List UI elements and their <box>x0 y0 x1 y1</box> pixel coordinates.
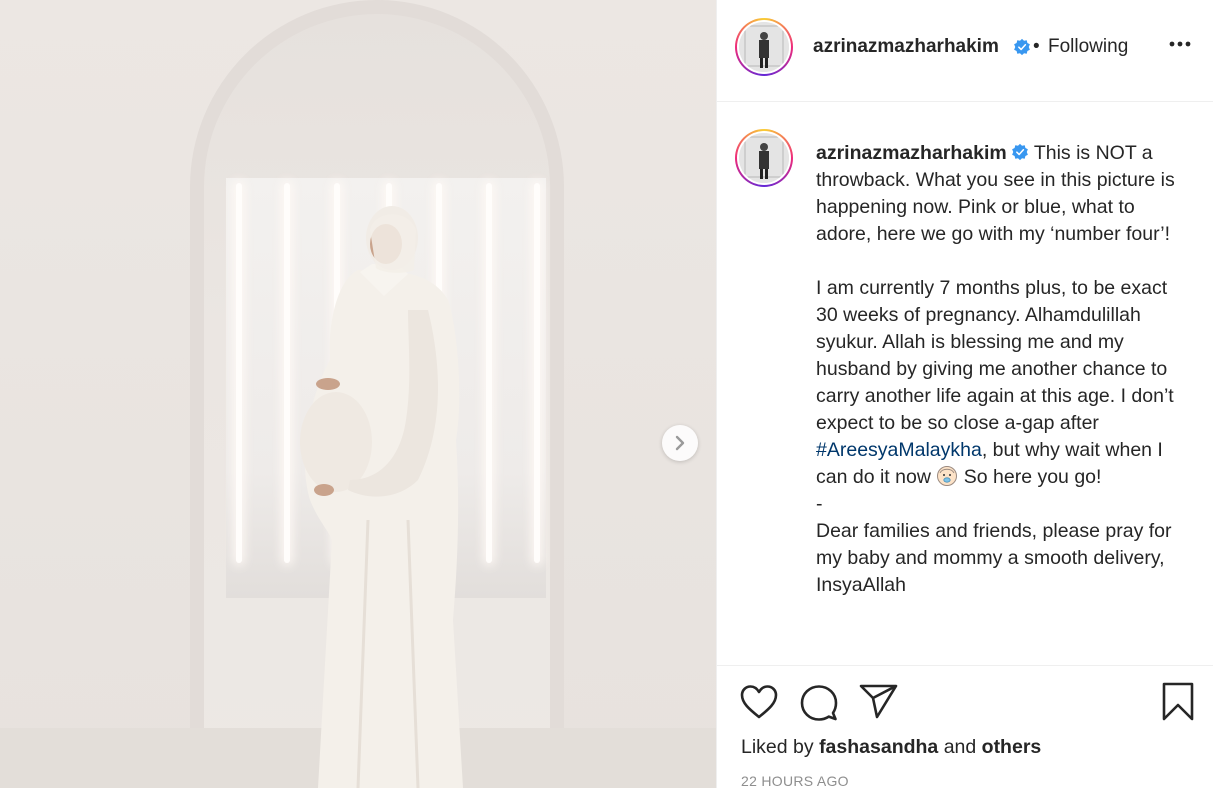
baby-face-emoji-icon <box>937 466 958 486</box>
next-photo-button[interactable] <box>662 425 698 461</box>
post-photo[interactable] <box>0 0 716 788</box>
photo-woman-figure <box>300 206 463 788</box>
caption-text: azrinazmazharhakim This is NOT a throwba… <box>816 140 1186 599</box>
post-timestamp[interactable]: 22 HOURS AGO <box>741 773 849 788</box>
caption-paragraph-3: Dear families and friends, please pray f… <box>816 520 1172 596</box>
photo-light-strip <box>486 183 492 563</box>
caption-avatar[interactable] <box>735 129 793 187</box>
likes-others-link[interactable]: others <box>982 736 1042 758</box>
verified-badge-icon <box>1011 143 1028 161</box>
avatar-image <box>739 22 789 72</box>
caption-paragraph-2-end: So here you go! <box>958 466 1102 488</box>
following-button[interactable]: Following <box>1048 36 1128 58</box>
likes-middle: and <box>938 736 982 758</box>
paper-plane-icon[interactable] <box>859 684 899 720</box>
heart-icon[interactable] <box>739 684 779 720</box>
post-header: azrinazmazharhakim • Following <box>717 0 1213 102</box>
likes-summary: Liked by fashasandha and others <box>741 736 1041 759</box>
likes-prefix: Liked by <box>741 736 820 758</box>
avatar[interactable] <box>735 18 793 76</box>
caption-dash: - <box>816 493 823 515</box>
chevron-right-icon <box>675 435 685 451</box>
caption-area: azrinazmazharhakim This is NOT a throwba… <box>717 102 1213 665</box>
photo-light-strip <box>236 183 242 563</box>
post-actions: Liked by fashasandha and others 22 HOURS… <box>717 665 1213 788</box>
separator-dot: • <box>1033 36 1040 57</box>
verified-badge-icon <box>1014 38 1030 56</box>
photo-light-strip <box>534 183 540 563</box>
post-side-panel: azrinazmazharhakim • Following azrinazma… <box>716 0 1213 788</box>
liked-by-user-link[interactable]: fashasandha <box>819 736 938 758</box>
more-options-icon[interactable] <box>1169 40 1191 48</box>
hashtag-link[interactable]: #AreesyaMalaykha <box>816 439 982 461</box>
comment-icon[interactable] <box>800 684 838 722</box>
avatar-image <box>739 133 789 183</box>
header-username[interactable]: azrinazmazharhakim <box>813 36 999 58</box>
caption-username[interactable]: azrinazmazharhakim <box>816 142 1007 164</box>
bookmark-icon[interactable] <box>1161 682 1195 722</box>
caption-paragraph-2: I am currently 7 months plus, to be exac… <box>816 277 1174 434</box>
